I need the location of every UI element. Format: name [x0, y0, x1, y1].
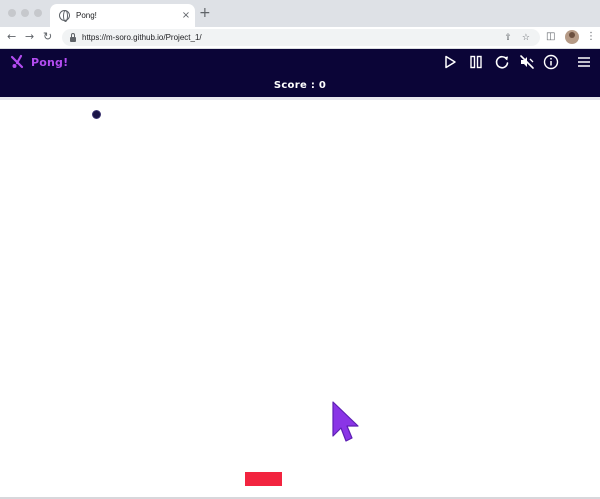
close-icon[interactable]: × — [177, 10, 195, 21]
back-button[interactable]: ← — [7, 30, 16, 44]
browser-window: Pong! × + ← → ↻ https://m-soro.github.io… — [0, 0, 600, 499]
address-bar[interactable]: https://m-soro.github.io/Project_1/ ⇪ ☆ — [62, 29, 540, 46]
star-icon[interactable]: ☆ — [522, 33, 530, 43]
window-minimize-dot[interactable] — [21, 9, 29, 17]
game-logo: Pong! — [10, 54, 68, 70]
pause-icon — [470, 55, 482, 69]
window-zoom-dot[interactable] — [34, 9, 42, 17]
browser-tab[interactable]: Pong! × — [50, 4, 195, 27]
mute-button[interactable] — [519, 54, 535, 70]
mute-icon — [520, 55, 534, 69]
tab-title: Pong! — [76, 11, 97, 20]
tab-strip: Pong! × + — [0, 0, 600, 27]
paddle-logo-icon — [10, 54, 24, 69]
sidebar-icon[interactable]: ◫ — [546, 31, 555, 42]
player-paddle[interactable] — [245, 472, 282, 486]
new-tab-button[interactable]: + — [199, 5, 211, 21]
browser-toolbar: ← → ↻ https://m-soro.github.io/Project_1… — [0, 27, 600, 49]
window-close-dot[interactable] — [8, 9, 16, 17]
globe-icon — [59, 10, 70, 22]
game-title: Pong! — [31, 55, 69, 69]
reload-button[interactable]: ↻ — [43, 30, 52, 44]
game-playfield[interactable] — [0, 97, 600, 497]
score-display: Score : 0 — [273, 80, 327, 91]
pause-button[interactable] — [468, 54, 484, 70]
info-button[interactable] — [543, 54, 559, 70]
play-icon — [445, 55, 456, 69]
menu-button[interactable] — [576, 54, 592, 70]
url-text[interactable]: https://m-soro.github.io/Project_1/ — [82, 33, 504, 42]
mouse-pointer-icon — [332, 401, 359, 442]
game-header: Pong! Score: 0 — [0, 49, 600, 97]
restart-button[interactable] — [494, 54, 510, 70]
ball — [92, 110, 101, 119]
lock-icon[interactable] — [70, 32, 76, 42]
info-icon — [543, 54, 559, 70]
restart-icon — [495, 55, 509, 69]
share-icon[interactable]: ⇪ — [504, 33, 512, 43]
play-button[interactable] — [442, 54, 458, 70]
forward-button[interactable]: → — [25, 30, 34, 44]
profile-avatar[interactable] — [565, 30, 579, 44]
menu-icon — [578, 57, 590, 67]
kebab-menu-icon[interactable]: ⋮ — [586, 31, 596, 42]
